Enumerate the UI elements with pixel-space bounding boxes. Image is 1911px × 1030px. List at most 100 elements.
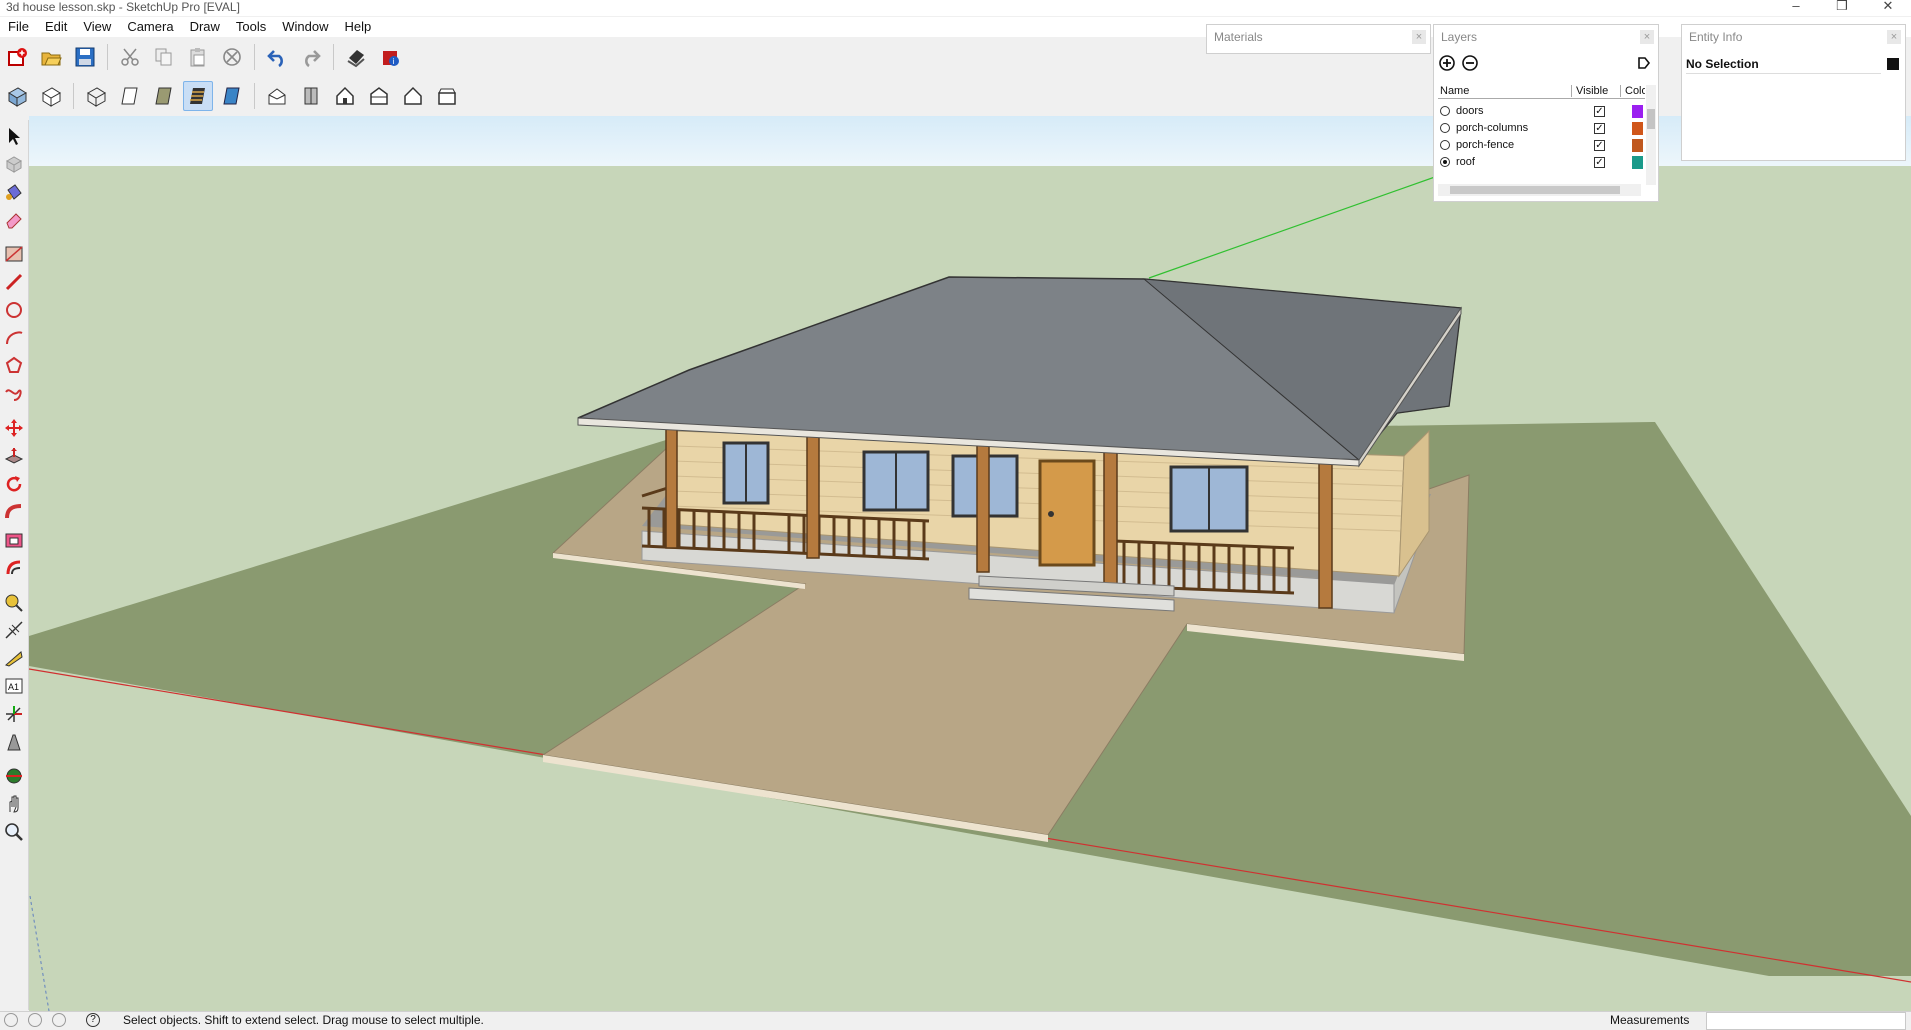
tape-measure-icon[interactable] [2,589,26,615]
menu-file[interactable]: File [0,17,37,37]
add-layer-icon[interactable] [1439,55,1455,71]
shaded-icon[interactable] [149,81,179,111]
3d-text-icon[interactable] [2,729,26,755]
print-icon[interactable] [341,42,371,72]
follow-me-icon[interactable] [2,499,26,525]
push-pull-icon[interactable] [2,443,26,469]
layer-details-icon[interactable] [1636,55,1652,71]
layer-visible-checkbox[interactable]: ✓ [1594,123,1605,134]
geo-location-icon[interactable] [4,1013,18,1027]
copy-icon[interactable] [149,42,179,72]
materials-panel-title[interactable]: Materials × [1207,25,1430,49]
layer-row-doors[interactable]: doors ✓ [1438,103,1653,120]
close-window-button[interactable]: ✕ [1865,0,1911,16]
rotate-icon[interactable] [2,471,26,497]
layer-visible-checkbox[interactable]: ✓ [1594,140,1605,151]
wireframe-icon[interactable] [81,81,111,111]
layers-panel-title[interactable]: Layers × [1434,25,1658,49]
erase-icon[interactable] [217,42,247,72]
left-view-icon[interactable] [432,81,462,111]
undo-icon[interactable] [262,42,292,72]
text-icon[interactable]: A1 [2,673,26,699]
layer-active-radio[interactable] [1440,140,1450,150]
layer-visible-checkbox[interactable]: ✓ [1594,106,1605,117]
layer-visible-checkbox[interactable]: ✓ [1594,157,1605,168]
remove-layer-icon[interactable] [1462,55,1478,71]
back-view-icon[interactable] [398,81,428,111]
menu-help[interactable]: Help [337,17,380,37]
orbit-icon[interactable] [2,763,26,789]
materials-close-icon[interactable]: × [1412,30,1426,44]
layer-color-swatch[interactable] [1632,122,1643,135]
menu-view[interactable]: View [75,17,119,37]
arc-icon[interactable] [2,325,26,351]
layer-row-porch-columns[interactable]: porch-columns ✓ [1438,120,1653,137]
menu-draw[interactable]: Draw [182,17,228,37]
monochrome-icon[interactable] [217,81,247,111]
cut-icon[interactable] [115,42,145,72]
axes-icon[interactable] [2,701,26,727]
layers-horizontal-scrollbar[interactable] [1438,184,1641,196]
move-icon[interactable] [2,415,26,441]
credits-icon[interactable] [28,1013,42,1027]
measurements-input[interactable] [1706,1012,1906,1030]
layers-vertical-scrollbar[interactable] [1646,85,1656,185]
freehand-icon[interactable] [2,381,26,407]
right-view-icon[interactable] [364,81,394,111]
open-icon[interactable] [36,42,66,72]
top-view-icon[interactable] [296,81,326,111]
layer-active-radio[interactable] [1440,106,1450,116]
save-icon[interactable] [70,42,100,72]
model-info-icon[interactable]: i [375,42,405,72]
user-icon[interactable] [52,1013,66,1027]
drawing-viewport[interactable] [29,116,1911,1011]
layers-close-icon[interactable]: × [1640,30,1654,44]
col-name[interactable]: Name [1440,85,1469,97]
hidden-line-icon[interactable] [115,81,145,111]
entity-info-close-icon[interactable]: × [1887,30,1901,44]
col-color[interactable]: Colo [1620,85,1645,97]
restore-button[interactable]: ❒ [1819,0,1865,16]
circle-icon[interactable] [2,297,26,323]
rectangle-icon[interactable] [2,241,26,267]
scroll-thumb[interactable] [1647,109,1655,129]
minimize-button[interactable]: – [1773,0,1819,16]
col-visible[interactable]: Visible [1571,85,1608,97]
iso-view-icon[interactable] [262,81,292,111]
layer-color-swatch[interactable] [1632,105,1643,118]
layer-color-swatch[interactable] [1632,139,1643,152]
back-edges-icon[interactable] [36,81,66,111]
shaded-with-textures-icon[interactable] [183,81,213,111]
eraser-icon[interactable] [2,207,26,233]
entity-info-collapse-icon[interactable] [1887,58,1899,70]
select-icon[interactable] [2,123,26,149]
redo-icon[interactable] [296,42,326,72]
menu-camera[interactable]: Camera [119,17,181,37]
menu-edit[interactable]: Edit [37,17,75,37]
hscroll-thumb[interactable] [1450,186,1620,194]
layer-color-swatch[interactable] [1632,156,1643,169]
dimension-icon[interactable] [2,617,26,643]
pan-icon[interactable] [2,791,26,817]
layer-row-roof[interactable]: roof ✓ [1438,154,1653,171]
layer-row-porch-fence[interactable]: porch-fence ✓ [1438,137,1653,154]
toolbar-separator [254,83,255,109]
polygon-icon[interactable] [2,353,26,379]
offset-icon[interactable] [2,555,26,581]
front-view-icon[interactable] [330,81,360,111]
paint-bucket-icon[interactable] [2,179,26,205]
make-component-icon[interactable] [2,151,26,177]
scale-icon[interactable] [2,527,26,553]
line-icon[interactable] [2,269,26,295]
new-icon[interactable] [2,42,32,72]
entity-info-title-bar[interactable]: Entity Info × [1682,25,1905,49]
menu-window[interactable]: Window [274,17,336,37]
xray-icon[interactable] [2,81,32,111]
layer-active-radio[interactable] [1440,157,1450,167]
protractor-icon[interactable] [2,645,26,671]
paste-icon[interactable] [183,42,213,72]
instructor-help-icon[interactable]: ? [86,1013,100,1027]
layer-active-radio[interactable] [1440,123,1450,133]
zoom-icon[interactable] [2,819,26,845]
menu-tools[interactable]: Tools [228,17,274,37]
